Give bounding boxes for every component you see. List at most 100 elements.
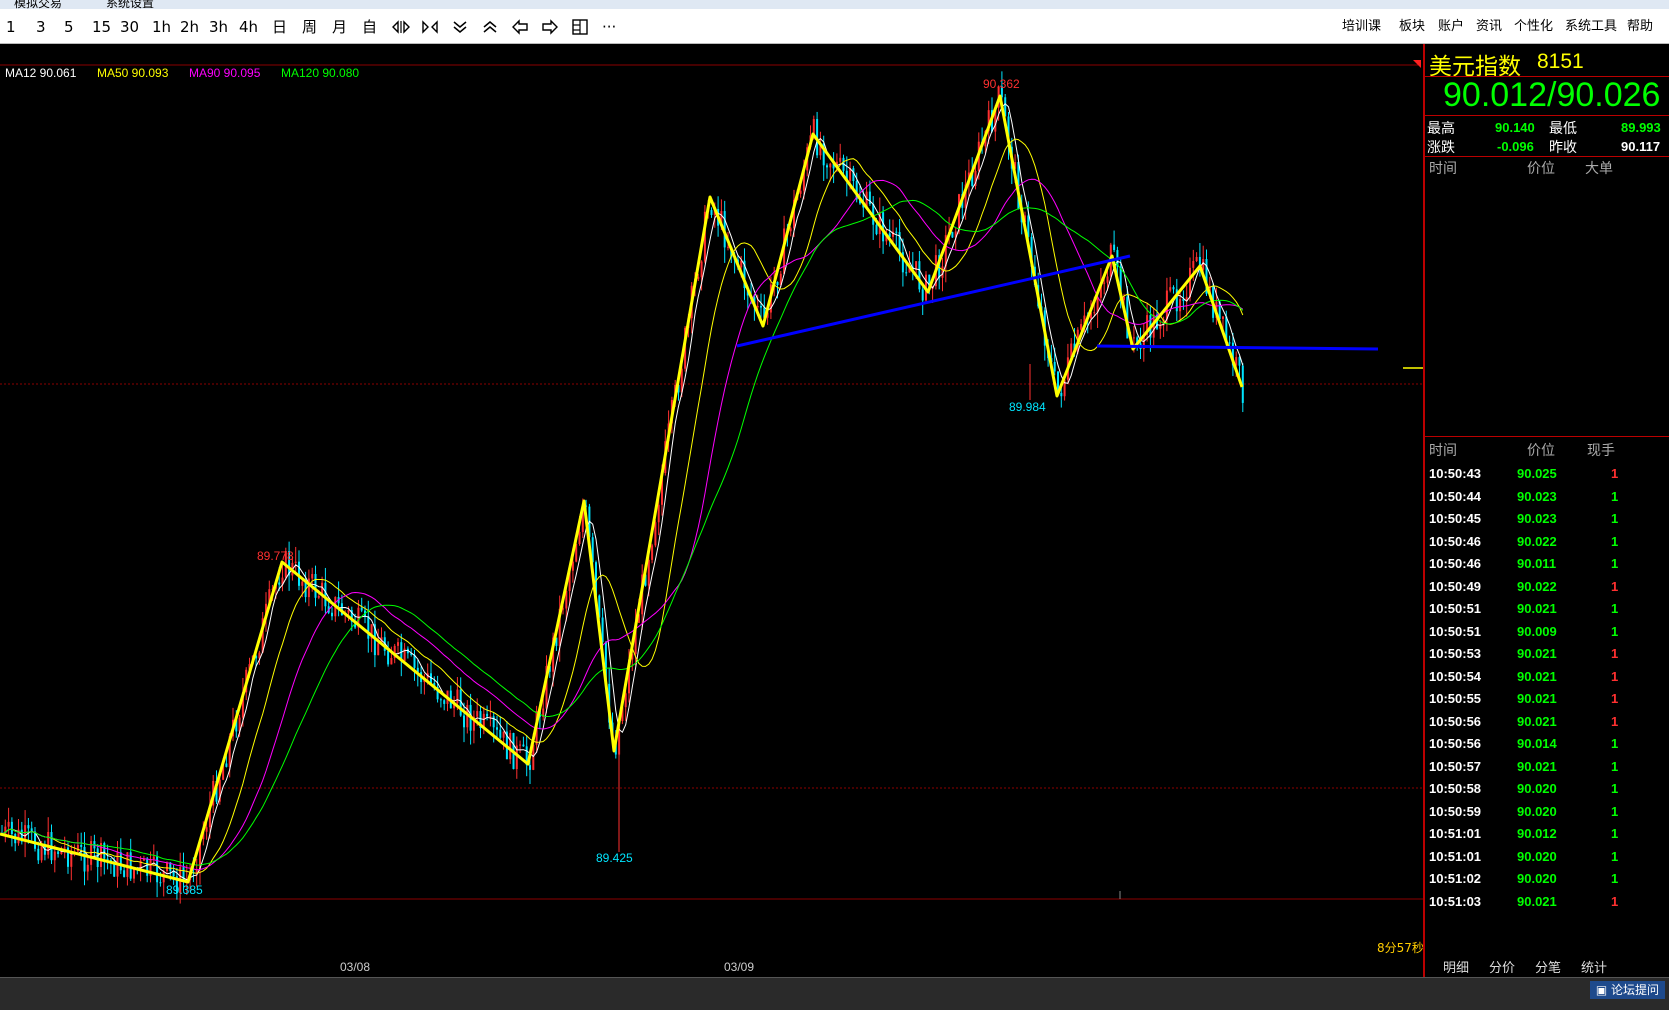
forum-question-button[interactable]: ▣ 论坛提问 <box>1589 981 1665 999</box>
upper-header-time: 时间 <box>1429 161 1457 177</box>
tab-detail[interactable]: 明细 <box>1443 957 1469 976</box>
ma50-legend: MA50 90.093 <box>97 66 169 80</box>
menu-help[interactable]: 帮助 <box>1627 18 1653 36</box>
double-chevron-down-icon[interactable] <box>450 17 470 37</box>
tick-volume: 1 <box>1611 803 1619 819</box>
candle-body <box>654 522 657 546</box>
period-15-button[interactable]: 15 <box>92 18 111 36</box>
menu-sector[interactable]: 板块 <box>1399 18 1425 36</box>
status-bar: ▣ 论坛提问 <box>0 977 1669 1010</box>
tick-volume: 1 <box>1611 871 1619 886</box>
candle-body <box>1189 267 1191 298</box>
tab-statistics[interactable]: 统计 <box>1581 957 1607 976</box>
candle-body <box>159 882 162 884</box>
tick-volume: 1 <box>1611 533 1619 549</box>
period-3-button[interactable]: 3 <box>36 18 46 36</box>
tick-time: 10:50:44 <box>1429 488 1482 504</box>
candle-body <box>225 763 228 767</box>
ma-line-ma90 <box>1 178 1244 871</box>
low-value: 89.993 <box>1621 120 1661 135</box>
tick-price: 90.011 <box>1517 556 1557 571</box>
tick-price: 90.009 <box>1517 623 1557 639</box>
period-2h-button[interactable]: 2h <box>180 18 199 36</box>
candle-body <box>443 700 446 704</box>
tick-row: 10:50:49 90.022 1 <box>1429 575 1665 599</box>
compress-horizontal-icon[interactable] <box>420 17 440 37</box>
period-month-button[interactable]: 月 <box>332 18 347 36</box>
chart-canvas[interactable]: 90.362 89.778 89.984 89.425 89.385 03/08 03/09… <box>0 44 1423 977</box>
chat-icon: ▣ <box>1595 983 1611 997</box>
arrow-right-icon[interactable] <box>540 17 560 37</box>
candle-body <box>918 261 921 290</box>
tick-row: 10:50:56 90.021 1 <box>1429 710 1665 734</box>
tick-row: 10:50:55 90.021 1 <box>1429 687 1665 711</box>
expand-horizontal-icon[interactable] <box>391 17 411 37</box>
candle-body <box>509 733 512 760</box>
ma12-legend: MA12 90.061 <box>5 66 77 80</box>
menu-training[interactable]: 培训课 <box>1342 18 1381 36</box>
tick-price: 90.014 <box>1517 736 1557 751</box>
period-custom-button[interactable]: 自 <box>362 18 377 36</box>
candle-body <box>152 856 155 860</box>
tick-time: 10:50:49 <box>1429 578 1482 594</box>
tick-volume: 1 <box>1611 488 1619 504</box>
tick-time: 10:50:43 <box>1429 466 1482 481</box>
tick-price: 90.021 <box>1517 646 1557 661</box>
candle-body <box>502 731 505 738</box>
candle-body <box>651 545 654 560</box>
tick-time: 10:51:01 <box>1429 826 1482 841</box>
period-day-button[interactable]: 日 <box>272 18 287 36</box>
candle-body <box>47 832 50 855</box>
high-label: 最高 <box>1427 121 1455 137</box>
period-4h-button[interactable]: 4h <box>239 18 258 36</box>
menu-news[interactable]: 资讯 <box>1476 18 1502 36</box>
candle-body <box>1113 244 1116 251</box>
more-button[interactable]: ··· <box>602 18 616 36</box>
candle-body <box>331 612 333 617</box>
candle-body <box>463 715 465 728</box>
menu-system-tools[interactable]: 系统工具 <box>1565 18 1617 36</box>
tick-row: 10:51:02 90.020 1 <box>1429 867 1665 891</box>
tick-row: 10:50:58 90.020 1 <box>1429 777 1665 801</box>
tick-row: 10:50:43 90.025 1 <box>1429 462 1665 486</box>
menu-account[interactable]: 账户 <box>1438 18 1464 36</box>
tick-volume: 1 <box>1611 713 1619 729</box>
tab-price-dist[interactable]: 分价 <box>1489 957 1515 976</box>
candle-body <box>301 581 304 586</box>
price-label: 90.362 <box>983 77 1020 91</box>
tick-price: 90.020 <box>1517 781 1557 796</box>
period-5-button[interactable]: 5 <box>64 18 74 36</box>
candle-body <box>486 713 489 717</box>
ma-line-ma12 <box>1 103 1244 881</box>
arrow-left-icon[interactable] <box>510 17 530 37</box>
tab-ticks[interactable]: 分笔 <box>1535 957 1561 976</box>
candle-body <box>1179 299 1182 312</box>
tick-time: 10:50:54 <box>1429 668 1482 684</box>
price-label: 89.425 <box>596 851 633 865</box>
candle-body <box>1060 392 1063 397</box>
tick-price: 90.021 <box>1517 601 1557 616</box>
candle-body <box>1172 287 1175 290</box>
period-week-button[interactable]: 周 <box>302 18 317 36</box>
period-30-button[interactable]: 30 <box>120 18 139 36</box>
menu-personalize[interactable]: 个性化 <box>1514 18 1553 36</box>
period-3h-button[interactable]: 3h <box>209 18 228 36</box>
window-titlebar: 模拟交易 系统设置 <box>0 0 1669 9</box>
tick-time: 10:50:46 <box>1429 533 1482 549</box>
double-chevron-up-icon[interactable] <box>480 17 500 37</box>
candle-body <box>1053 361 1056 372</box>
tick-price: 90.021 <box>1517 758 1557 774</box>
toolbar: 1 3 5 15 30 1h 2h 3h 4h 日 周 月 自 ··· 培训课 … <box>0 9 1669 44</box>
candle-body <box>710 210 713 215</box>
tick-price: 90.012 <box>1517 826 1557 841</box>
tick-price: 90.020 <box>1517 871 1557 886</box>
period-1h-button[interactable]: 1h <box>152 18 171 36</box>
price-label: 89.984 <box>1009 400 1046 414</box>
candle-body <box>1106 276 1109 283</box>
layout-grid-icon[interactable] <box>570 17 590 37</box>
period-1-button[interactable]: 1 <box>6 18 16 36</box>
candle-body <box>905 272 908 274</box>
candlestick-chart[interactable]: 90.362 89.778 89.984 89.425 89.385 03/08 03/09… <box>0 44 1423 977</box>
date-label: 03/09 <box>724 960 754 974</box>
tick-time: 10:50:51 <box>1429 623 1482 639</box>
